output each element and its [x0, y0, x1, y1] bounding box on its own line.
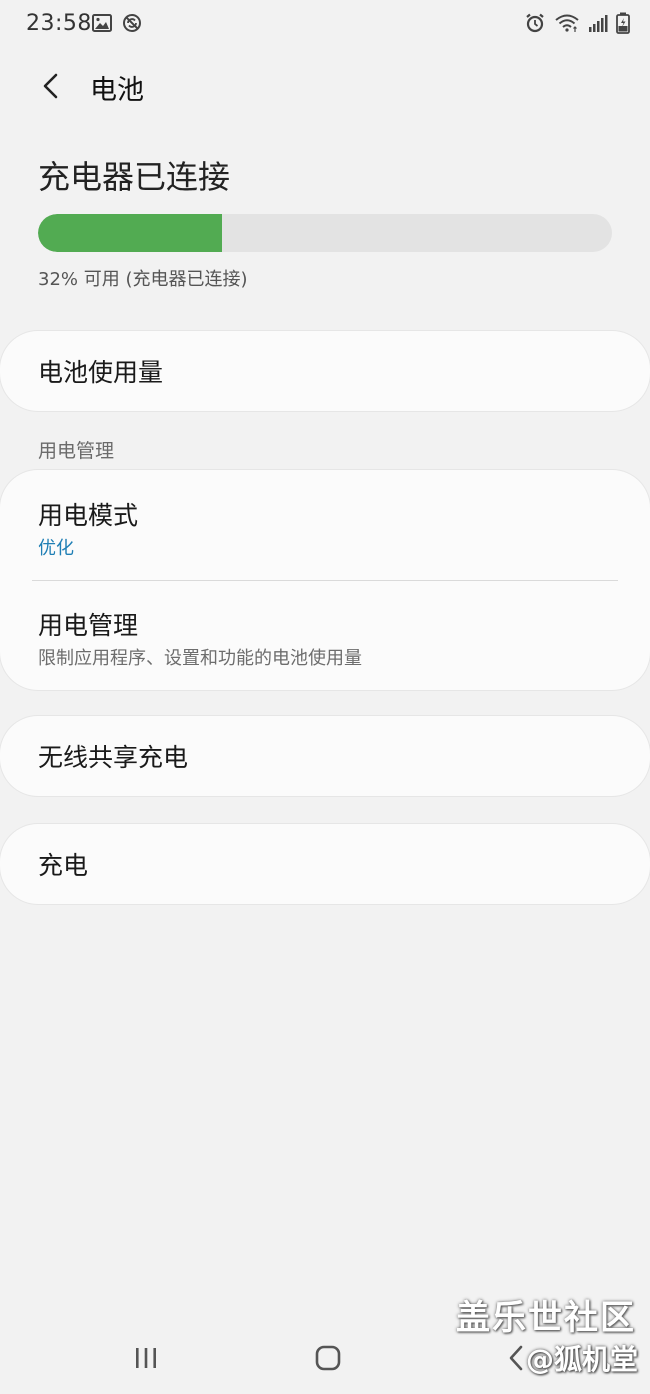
wireless-powershare-item[interactable]: 无线共享充电 — [0, 716, 650, 796]
battery-progress-fill — [38, 214, 222, 252]
charging-label: 充电 — [38, 851, 89, 880]
power-management-card: 用电模式 优化 用电管理 限制应用程序、设置和功能的电池使用量 — [0, 470, 650, 690]
power-mode-label: 用电模式 — [38, 501, 139, 530]
recent-apps-icon — [136, 1348, 156, 1368]
charging-item[interactable]: 充电 — [0, 824, 650, 904]
status-right-icons — [524, 12, 630, 34]
no-sync-icon — [122, 13, 142, 33]
wireless-powershare-label: 无线共享充电 — [38, 743, 189, 772]
charge-status-subtitle: 32% 可用 (充电器已连接) — [38, 269, 248, 290]
home-button[interactable] — [308, 1342, 348, 1374]
page-title: 电池 — [90, 75, 144, 106]
status-time: 23:58 — [26, 11, 92, 36]
battery-usage-label: 电池使用量 — [38, 358, 164, 387]
back-button[interactable] — [30, 66, 70, 106]
status-bar: 23:58 — [0, 0, 650, 48]
power-management-label: 用电管理 — [38, 611, 139, 640]
chevron-left-icon — [43, 73, 58, 99]
battery-progress-bar — [38, 214, 612, 252]
app-header: 电池 — [0, 58, 650, 114]
charge-status-title: 充电器已连接 — [38, 158, 231, 196]
power-mode-value: 优化 — [38, 538, 74, 559]
power-mode-item[interactable]: 用电模式 优化 — [0, 470, 650, 580]
power-management-description: 限制应用程序、设置和功能的电池使用量 — [38, 648, 362, 669]
alarm-icon — [524, 12, 546, 34]
wifi-icon — [554, 13, 580, 33]
recent-apps-button[interactable] — [126, 1342, 166, 1374]
power-management-item[interactable]: 用电管理 限制应用程序、设置和功能的电池使用量 — [0, 580, 650, 690]
image-icon — [92, 14, 112, 32]
battery-charging-icon — [616, 12, 630, 34]
signal-icon — [588, 13, 608, 33]
battery-usage-item[interactable]: 电池使用量 — [0, 331, 650, 411]
watermark-author: @狐机堂 — [525, 1343, 638, 1376]
back-nav-icon — [509, 1345, 523, 1371]
home-icon — [315, 1345, 341, 1371]
section-header-power-management: 用电管理 — [38, 440, 115, 462]
status-left-icons — [92, 13, 142, 33]
